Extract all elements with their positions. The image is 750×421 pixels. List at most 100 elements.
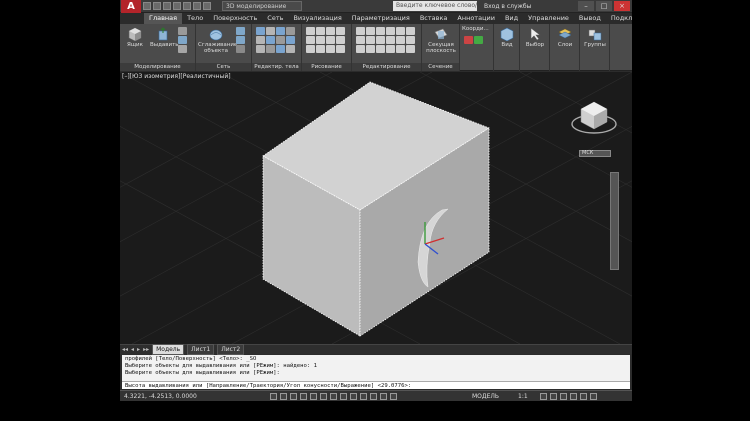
- intersect-icon[interactable]: [276, 27, 285, 35]
- annotation-visibility-icon[interactable]: [540, 393, 547, 400]
- trim-icon[interactable]: [376, 27, 385, 35]
- ucs-dropdown[interactable]: МСК: [579, 150, 611, 157]
- transparency-icon[interactable]: [370, 393, 377, 400]
- smooth-object-button[interactable]: Сглаживание объекта: [198, 26, 237, 54]
- redo-icon[interactable]: [203, 2, 211, 10]
- polygon-icon[interactable]: [336, 36, 345, 44]
- panel-label-modify[interactable]: Редактирование: [352, 63, 421, 71]
- tab-insert[interactable]: Вставка: [415, 13, 453, 24]
- fillet-edge-icon[interactable]: [266, 36, 275, 44]
- model-space-toggle[interactable]: МОДЕЛЬ: [472, 392, 499, 401]
- drawing-viewport[interactable]: [–][ЮЗ изометрия][Реалистичный] МСК: [120, 72, 632, 344]
- tab-output[interactable]: Вывод: [574, 13, 606, 24]
- navigation-bar[interactable]: [610, 172, 619, 270]
- panel-label-mesh[interactable]: Сеть: [196, 63, 251, 71]
- workspace-switch-icon[interactable]: [550, 393, 557, 400]
- refine-icon[interactable]: [236, 45, 245, 53]
- snap-icon[interactable]: [270, 393, 277, 400]
- application-menu-button[interactable]: A: [121, 0, 141, 13]
- presspull-icon[interactable]: [178, 27, 187, 35]
- tab-render[interactable]: Визуализация: [288, 13, 346, 24]
- groups-button[interactable]: Группы: [582, 26, 608, 54]
- tab-plugins[interactable]: Подключаемые модули: [606, 13, 632, 24]
- move-icon[interactable]: [356, 27, 365, 35]
- viewcube[interactable]: [571, 101, 617, 134]
- annotation-scale[interactable]: 1:1: [518, 392, 528, 401]
- polyline-icon[interactable]: [316, 27, 325, 35]
- command-input[interactable]: Высота выдавливания или [Направление/Тра…: [122, 381, 630, 389]
- new-icon[interactable]: [143, 2, 151, 10]
- line-icon[interactable]: [306, 27, 315, 35]
- sweep-icon[interactable]: [178, 45, 187, 53]
- ducs-icon[interactable]: [340, 393, 347, 400]
- extract-edges-icon[interactable]: [286, 36, 295, 44]
- hardware-acceleration-icon[interactable]: [570, 393, 577, 400]
- next-layout-icon[interactable]: ▸: [137, 346, 140, 353]
- stretch-icon[interactable]: [386, 36, 395, 44]
- offset-edge-icon[interactable]: [286, 45, 295, 53]
- selection-cycling-icon[interactable]: [390, 393, 397, 400]
- selection-button[interactable]: Выбор: [522, 26, 548, 54]
- point-icon[interactable]: [336, 45, 345, 53]
- grid-icon[interactable]: [280, 393, 287, 400]
- search-input[interactable]: Введите ключевое слово/фразу: [393, 1, 477, 11]
- shell-icon[interactable]: [276, 36, 285, 44]
- rotate-icon[interactable]: [366, 27, 375, 35]
- panel-label-solid-editing[interactable]: Редактир. тела: [252, 63, 301, 71]
- ortho-icon[interactable]: [290, 393, 297, 400]
- clean-screen-icon[interactable]: [590, 393, 597, 400]
- spline-icon[interactable]: [326, 36, 335, 44]
- 3d-osnap-icon[interactable]: [320, 393, 327, 400]
- smooth-more-icon[interactable]: [236, 27, 245, 35]
- minimize-button[interactable]: –: [578, 1, 594, 11]
- tab-surface[interactable]: Поверхность: [208, 13, 262, 24]
- arc-icon[interactable]: [336, 27, 345, 35]
- panel-label-modeling[interactable]: Моделирование: [120, 63, 195, 71]
- maximize-button[interactable]: □: [596, 1, 612, 11]
- extrude-button[interactable]: Выдавить: [150, 26, 179, 54]
- tab-layout1[interactable]: Лист1: [187, 344, 215, 355]
- otrack-icon[interactable]: [330, 393, 337, 400]
- chamfer-icon[interactable]: [396, 45, 405, 53]
- separate-icon[interactable]: [256, 45, 265, 53]
- ucs-icon[interactable]: [464, 36, 473, 44]
- tab-solid[interactable]: Тело: [182, 13, 208, 24]
- extend-icon[interactable]: [386, 27, 395, 35]
- rectangle-icon[interactable]: [306, 36, 315, 44]
- viewport-controls-label[interactable]: [–][ЮЗ изометрия][Реалистичный]: [122, 73, 231, 80]
- prev-layout-icon[interactable]: ◂: [131, 346, 134, 353]
- fillet-icon[interactable]: [366, 36, 375, 44]
- lineweight-icon[interactable]: [360, 393, 367, 400]
- helix-icon[interactable]: [326, 45, 335, 53]
- section-plane-button[interactable]: Секущая плоскость: [424, 26, 458, 54]
- scale-icon[interactable]: [396, 36, 405, 44]
- imprint-icon[interactable]: [266, 45, 275, 53]
- layers-button[interactable]: Слои: [552, 26, 578, 54]
- copy-icon[interactable]: [406, 27, 415, 35]
- 3d-move-icon[interactable]: [356, 45, 365, 53]
- undo-icon[interactable]: [193, 2, 201, 10]
- align-icon[interactable]: [376, 45, 385, 53]
- hatch-icon[interactable]: [306, 45, 315, 53]
- workspace-dropdown[interactable]: 3D моделирование: [222, 1, 302, 11]
- solid-box[interactable]: [262, 81, 490, 337]
- tab-manage[interactable]: Управление: [523, 13, 574, 24]
- slice-icon[interactable]: [286, 27, 295, 35]
- offset-icon[interactable]: [386, 45, 395, 53]
- ellipse-icon[interactable]: [316, 36, 325, 44]
- circle-icon[interactable]: [326, 27, 335, 35]
- tab-home[interactable]: Главная: [144, 13, 183, 24]
- array-icon[interactable]: [406, 36, 415, 44]
- interfere-icon[interactable]: [256, 36, 265, 44]
- plot-icon[interactable]: [183, 2, 191, 10]
- tab-layout2[interactable]: Лист2: [217, 344, 245, 355]
- panel-label-draw[interactable]: Рисование: [302, 63, 351, 71]
- last-layout-icon[interactable]: ▸▸: [143, 346, 149, 353]
- subtract-icon[interactable]: [266, 27, 275, 35]
- 3d-rotate-icon[interactable]: [366, 45, 375, 53]
- tab-mesh[interactable]: Сеть: [262, 13, 288, 24]
- mirror-icon[interactable]: [356, 36, 365, 44]
- view-button[interactable]: Вид: [494, 26, 520, 54]
- thicken-icon[interactable]: [276, 45, 285, 53]
- dyn-icon[interactable]: [350, 393, 357, 400]
